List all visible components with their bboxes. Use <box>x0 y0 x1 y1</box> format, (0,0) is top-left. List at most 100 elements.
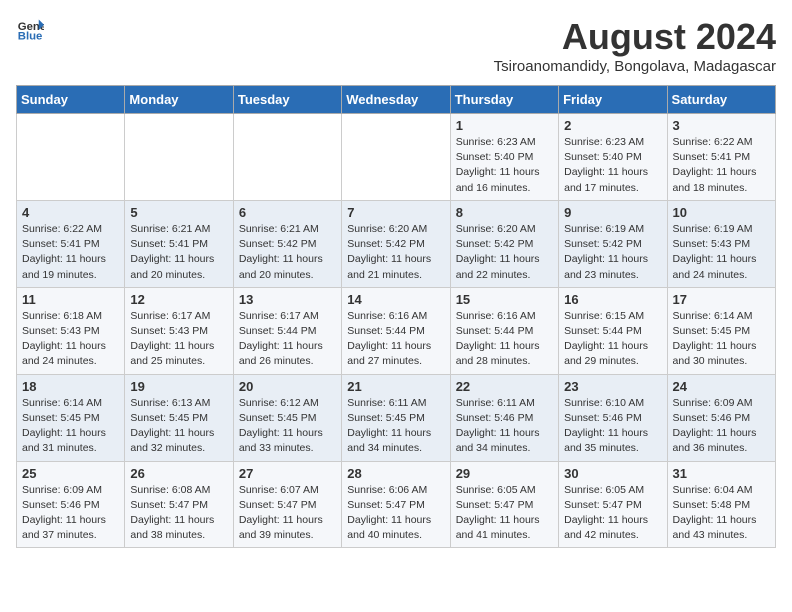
calendar-cell <box>125 114 233 201</box>
day-info: Sunrise: 6:08 AMSunset: 5:47 PMDaylight:… <box>130 483 227 544</box>
day-number: 1 <box>456 118 553 133</box>
calendar-cell <box>17 114 125 201</box>
day-info: Sunrise: 6:23 AMSunset: 5:40 PMDaylight:… <box>564 135 661 196</box>
day-info: Sunrise: 6:16 AMSunset: 5:44 PMDaylight:… <box>347 309 444 370</box>
day-info: Sunrise: 6:11 AMSunset: 5:45 PMDaylight:… <box>347 396 444 457</box>
day-info: Sunrise: 6:07 AMSunset: 5:47 PMDaylight:… <box>239 483 336 544</box>
day-info: Sunrise: 6:20 AMSunset: 5:42 PMDaylight:… <box>347 222 444 283</box>
calendar-cell: 8Sunrise: 6:20 AMSunset: 5:42 PMDaylight… <box>450 200 558 287</box>
day-number: 31 <box>673 466 770 481</box>
calendar-cell: 12 Sunrise: 6:17 AMSunset: 5:43 PMDayligh… <box>125 287 233 374</box>
calendar-table: SundayMondayTuesdayWednesdayThursdayFrid… <box>16 85 776 548</box>
day-number: 27 <box>239 466 336 481</box>
calendar-cell: 28 Sunrise: 6:06 AMSunset: 5:47 PMDayligh… <box>342 461 450 548</box>
calendar-cell: 26 Sunrise: 6:08 AMSunset: 5:47 PMDayligh… <box>125 461 233 548</box>
calendar-cell: 2 Sunrise: 6:23 AMSunset: 5:40 PMDaylight… <box>559 114 667 201</box>
day-number: 10 <box>673 205 770 220</box>
calendar-cell: 19 Sunrise: 6:13 AMSunset: 5:45 PMDayligh… <box>125 374 233 461</box>
day-info: Sunrise: 6:17 AMSunset: 5:44 PMDaylight:… <box>239 309 336 370</box>
day-number: 20 <box>239 379 336 394</box>
day-number: 6 <box>239 205 336 220</box>
calendar-week-row: 4 Sunrise: 6:22 AMSunset: 5:41 PMDaylight… <box>17 200 776 287</box>
calendar-cell: 1 Sunrise: 6:23 AMSunset: 5:40 PMDaylight… <box>450 114 558 201</box>
calendar-cell: 11Sunrise: 6:18 AMSunset: 5:43 PMDayligh… <box>17 287 125 374</box>
header: General Blue August 2024 Tsiroanomandidy… <box>16 16 776 75</box>
calendar-cell: 30 Sunrise: 6:05 AMSunset: 5:47 PMDayligh… <box>559 461 667 548</box>
day-header-monday: Monday <box>125 86 233 114</box>
day-header-thursday: Thursday <box>450 86 558 114</box>
calendar-cell: 10Sunrise: 6:19 AMSunset: 5:43 PMDayligh… <box>667 200 775 287</box>
day-number: 30 <box>564 466 661 481</box>
calendar-cell: 24 Sunrise: 6:09 AMSunset: 5:46 PMDayligh… <box>667 374 775 461</box>
calendar-cell <box>342 114 450 201</box>
day-info: Sunrise: 6:05 AMSunset: 5:47 PMDaylight:… <box>456 483 553 544</box>
day-info: Sunrise: 6:19 AMSunset: 5:42 PMDaylight:… <box>564 222 661 283</box>
day-info: Sunrise: 6:09 AMSunset: 5:46 PMDaylight:… <box>673 396 770 457</box>
day-info: Sunrise: 6:23 AMSunset: 5:40 PMDaylight:… <box>456 135 553 196</box>
day-info: Sunrise: 6:12 AMSunset: 5:45 PMDaylight:… <box>239 396 336 457</box>
calendar-cell: 15 Sunrise: 6:16 AMSunset: 5:44 PMDayligh… <box>450 287 558 374</box>
logo-icon: General Blue <box>16 16 44 44</box>
day-info: Sunrise: 6:16 AMSunset: 5:44 PMDaylight:… <box>456 309 553 370</box>
day-number: 2 <box>564 118 661 133</box>
calendar-cell: 27 Sunrise: 6:07 AMSunset: 5:47 PMDayligh… <box>233 461 341 548</box>
day-number: 7 <box>347 205 444 220</box>
calendar-cell <box>233 114 341 201</box>
day-header-sunday: Sunday <box>17 86 125 114</box>
day-number: 29 <box>456 466 553 481</box>
day-number: 13 <box>239 292 336 307</box>
location-subtitle: Tsiroanomandidy, Bongolava, Madagascar <box>494 58 776 75</box>
calendar-cell: 21 Sunrise: 6:11 AMSunset: 5:45 PMDayligh… <box>342 374 450 461</box>
logo: General Blue <box>16 16 44 44</box>
day-number: 3 <box>673 118 770 133</box>
calendar-week-row: 18 Sunrise: 6:14 AMSunset: 5:45 PMDayligh… <box>17 374 776 461</box>
day-header-saturday: Saturday <box>667 86 775 114</box>
day-header-wednesday: Wednesday <box>342 86 450 114</box>
calendar-week-row: 11Sunrise: 6:18 AMSunset: 5:43 PMDayligh… <box>17 287 776 374</box>
day-info: Sunrise: 6:21 AMSunset: 5:41 PMDaylight:… <box>130 222 227 283</box>
day-number: 15 <box>456 292 553 307</box>
day-number: 16 <box>564 292 661 307</box>
day-number: 18 <box>22 379 119 394</box>
calendar-cell: 25 Sunrise: 6:09 AMSunset: 5:46 PMDayligh… <box>17 461 125 548</box>
day-number: 8 <box>456 205 553 220</box>
day-info: Sunrise: 6:18 AMSunset: 5:43 PMDaylight:… <box>22 309 119 370</box>
day-info: Sunrise: 6:21 AMSunset: 5:42 PMDaylight:… <box>239 222 336 283</box>
day-info: Sunrise: 6:05 AMSunset: 5:47 PMDaylight:… <box>564 483 661 544</box>
day-number: 5 <box>130 205 227 220</box>
day-info: Sunrise: 6:15 AMSunset: 5:44 PMDaylight:… <box>564 309 661 370</box>
day-info: Sunrise: 6:17 AMSunset: 5:43 PMDaylight:… <box>130 309 227 370</box>
day-info: Sunrise: 6:14 AMSunset: 5:45 PMDaylight:… <box>22 396 119 457</box>
day-number: 24 <box>673 379 770 394</box>
calendar-cell: 9 Sunrise: 6:19 AMSunset: 5:42 PMDaylight… <box>559 200 667 287</box>
day-info: Sunrise: 6:22 AMSunset: 5:41 PMDaylight:… <box>22 222 119 283</box>
day-number: 12 <box>130 292 227 307</box>
day-info: Sunrise: 6:10 AMSunset: 5:46 PMDaylight:… <box>564 396 661 457</box>
day-number: 9 <box>564 205 661 220</box>
day-number: 25 <box>22 466 119 481</box>
day-number: 14 <box>347 292 444 307</box>
calendar-cell: 29 Sunrise: 6:05 AMSunset: 5:47 PMDayligh… <box>450 461 558 548</box>
day-header-friday: Friday <box>559 86 667 114</box>
day-number: 23 <box>564 379 661 394</box>
calendar-cell: 17Sunrise: 6:14 AMSunset: 5:45 PMDayligh… <box>667 287 775 374</box>
calendar-cell: 18 Sunrise: 6:14 AMSunset: 5:45 PMDayligh… <box>17 374 125 461</box>
day-header-tuesday: Tuesday <box>233 86 341 114</box>
day-number: 21 <box>347 379 444 394</box>
day-info: Sunrise: 6:04 AMSunset: 5:48 PMDaylight:… <box>673 483 770 544</box>
svg-text:Blue: Blue <box>18 31 43 43</box>
day-info: Sunrise: 6:13 AMSunset: 5:45 PMDaylight:… <box>130 396 227 457</box>
day-info: Sunrise: 6:09 AMSunset: 5:46 PMDaylight:… <box>22 483 119 544</box>
day-number: 19 <box>130 379 227 394</box>
calendar-header-row: SundayMondayTuesdayWednesdayThursdayFrid… <box>17 86 776 114</box>
calendar-cell: 5 Sunrise: 6:21 AMSunset: 5:41 PMDaylight… <box>125 200 233 287</box>
calendar-cell: 6 Sunrise: 6:21 AMSunset: 5:42 PMDaylight… <box>233 200 341 287</box>
day-number: 28 <box>347 466 444 481</box>
calendar-cell: 3Sunrise: 6:22 AMSunset: 5:41 PMDaylight… <box>667 114 775 201</box>
day-info: Sunrise: 6:06 AMSunset: 5:47 PMDaylight:… <box>347 483 444 544</box>
calendar-cell: 20 Sunrise: 6:12 AMSunset: 5:45 PMDayligh… <box>233 374 341 461</box>
day-info: Sunrise: 6:11 AMSunset: 5:46 PMDaylight:… <box>456 396 553 457</box>
day-number: 4 <box>22 205 119 220</box>
month-year-title: August 2024 <box>494 16 776 58</box>
day-number: 26 <box>130 466 227 481</box>
